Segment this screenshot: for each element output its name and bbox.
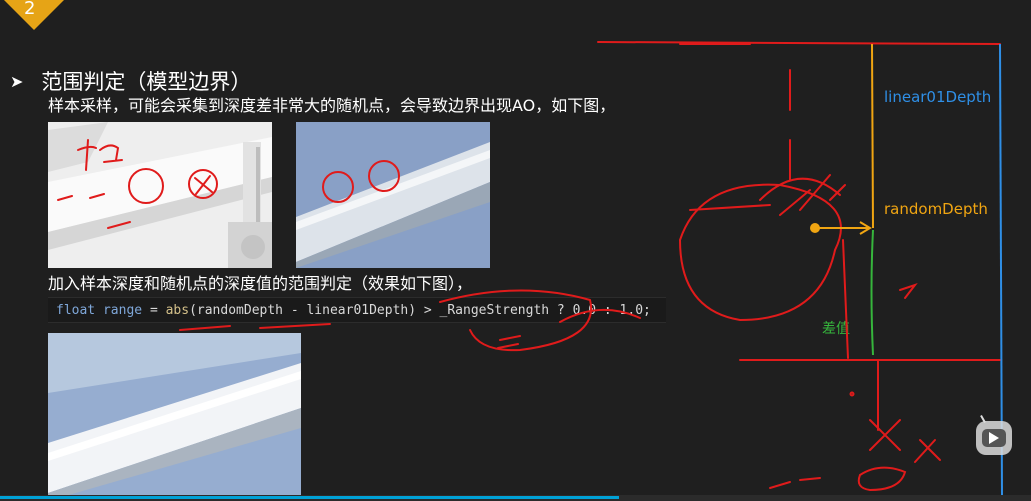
description-text-2: 加入样本深度和随机点的深度值的范围判定（效果如下图）， (48, 274, 473, 293)
artifact-screenshot-blue (296, 122, 490, 268)
code-function: abs (165, 303, 190, 318)
code-operator: = (149, 303, 166, 318)
depth-difference-line (870, 229, 874, 356)
random-depth-axis (871, 43, 874, 229)
top-line (597, 41, 1001, 45)
depth-diff-line (842, 239, 849, 359)
sample-sphere (678, 183, 842, 322)
video-progress-fill (0, 496, 619, 499)
result-screenshot (48, 333, 301, 501)
bullet-arrow-icon: ➤ (10, 71, 24, 91)
slide-number: 2 (24, 0, 36, 19)
label-depth-difference: 差值 (822, 321, 850, 337)
code-keyword: float (56, 303, 96, 318)
code-line: float range = abs(randomDepth - linear01… (48, 297, 666, 323)
code-variable: range (95, 303, 150, 318)
bilibili-icon[interactable] (976, 421, 1012, 455)
slide-number-diamond (0, 0, 76, 31)
slide-number-badge: 2 (0, 0, 80, 31)
artifact-screenshot-white (48, 122, 272, 268)
label-randomdepth: randomDepth (884, 200, 988, 218)
video-progress-bar[interactable] (0, 495, 1031, 501)
play-icon (989, 432, 999, 444)
sample-point-marker (810, 223, 820, 233)
label-linear01depth: linear01Depth (884, 88, 992, 106)
code-expression: (randomDepth - linear01Depth) > _RangeSt… (189, 303, 651, 318)
description-text: 样本采样，可能会采集到深度差非常大的随机点，会导致边界出现AO，如下图， (48, 96, 616, 115)
